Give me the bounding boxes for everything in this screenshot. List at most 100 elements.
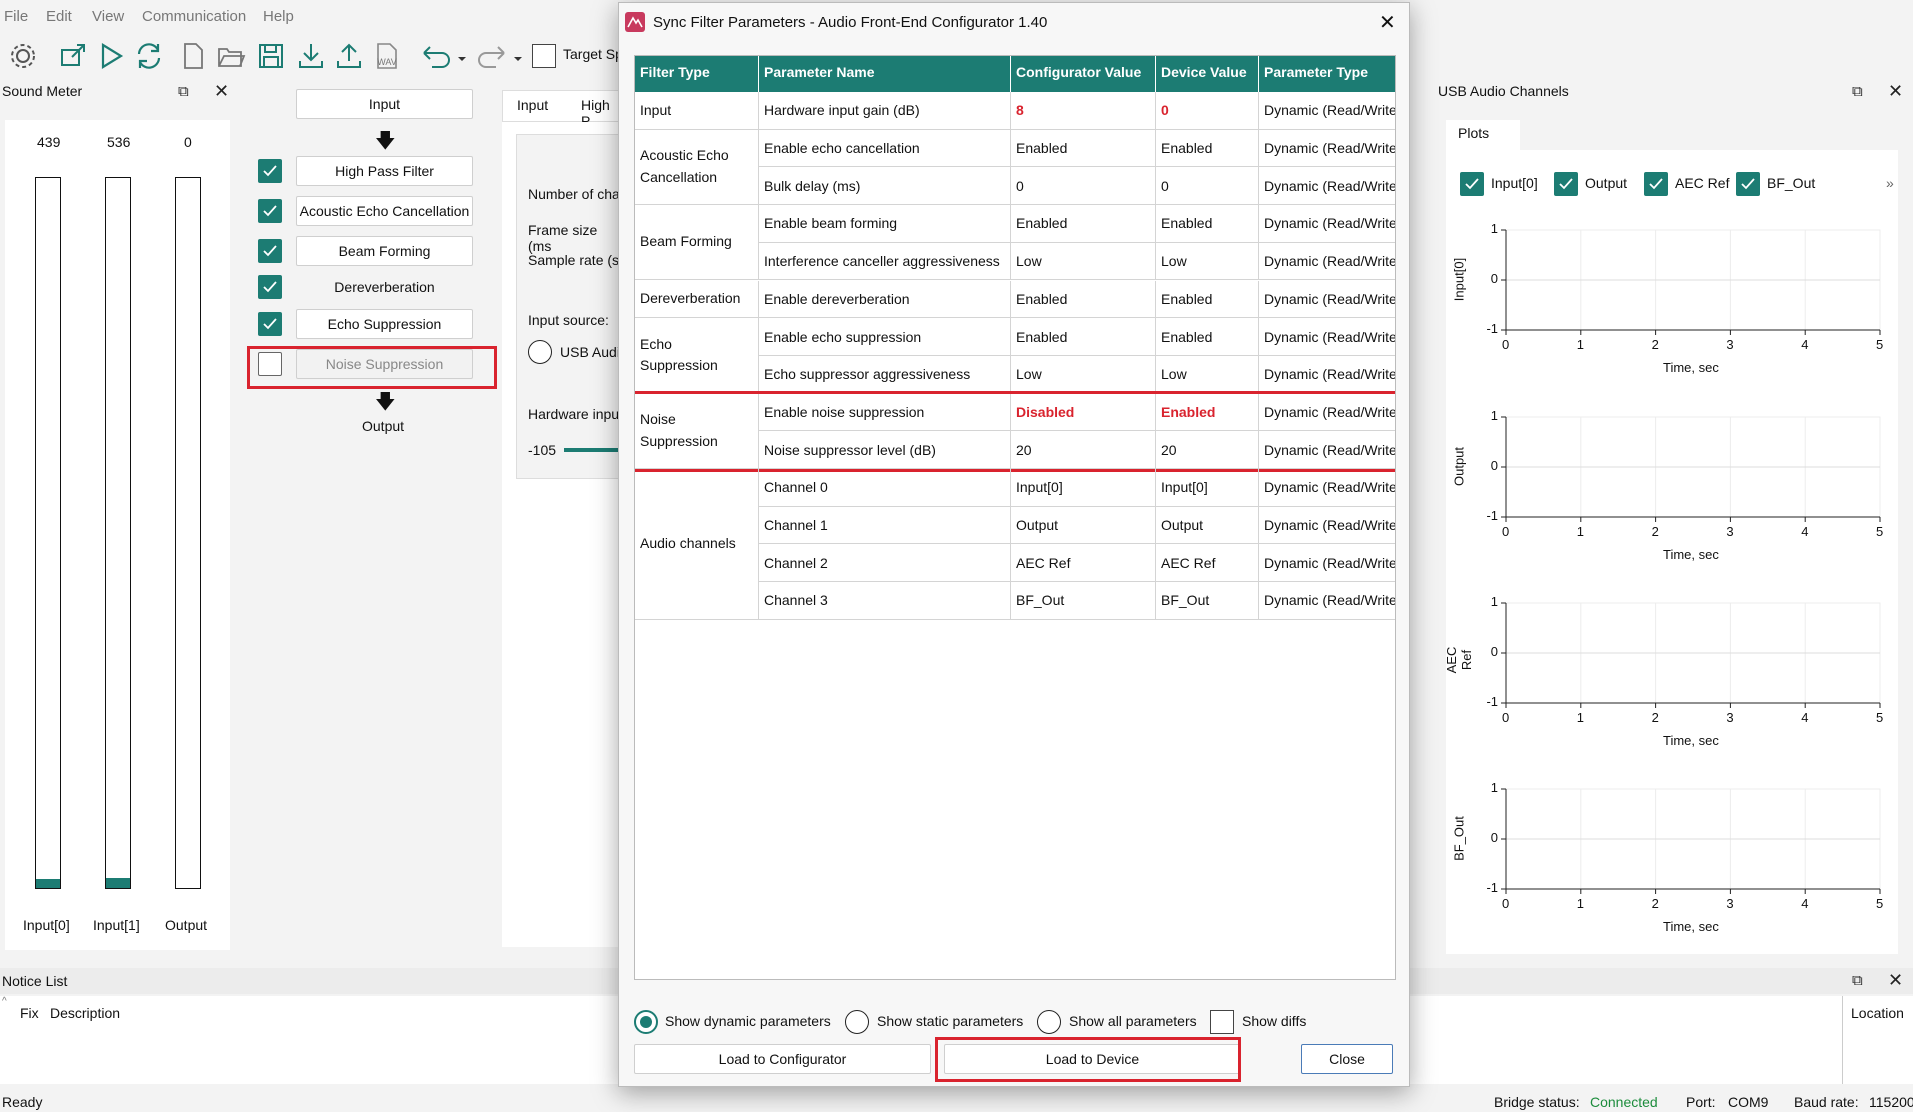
run-button[interactable]	[94, 39, 128, 73]
restore-icon[interactable]: ⧉	[1852, 972, 1863, 989]
parameter-type-cell[interactable]: Dynamic (Read/Write	[1259, 356, 1395, 394]
export-button[interactable]	[56, 39, 90, 73]
configurator-value-cell[interactable]: Low	[1011, 242, 1156, 281]
undo-button[interactable]	[416, 39, 472, 73]
parameter-name-cell[interactable]: Enable dereverberation	[759, 280, 1011, 319]
download-button[interactable]	[294, 39, 328, 73]
device-value-cell[interactable]: Low	[1156, 242, 1259, 281]
radio-static[interactable]	[845, 1010, 869, 1034]
configurator-value-cell[interactable]: Output	[1011, 506, 1156, 545]
show-diffs-checkbox[interactable]	[1210, 1010, 1234, 1034]
stage-button-echo-suppression[interactable]: Echo Suppression	[296, 309, 473, 339]
checkbox-high-pass[interactable]	[258, 159, 282, 183]
checkbox-dereverberation[interactable]	[258, 275, 282, 299]
device-value-cell[interactable]: AEC Ref	[1156, 544, 1259, 583]
parameter-name-cell[interactable]: Channel 3	[759, 582, 1011, 620]
configurator-value-cell[interactable]: Input[0]	[1011, 469, 1156, 507]
checkbox-echo-suppression[interactable]	[258, 312, 282, 336]
more-chevron-icon[interactable]: »	[1886, 175, 1894, 191]
parameter-name-cell[interactable]: Channel 1	[759, 506, 1011, 545]
usb-audio-radio[interactable]	[528, 340, 552, 364]
channel-checkbox[interactable]	[1644, 172, 1668, 196]
device-value-cell[interactable]: Low	[1156, 355, 1259, 394]
column-header[interactable]: Filter Type	[635, 56, 759, 92]
parameter-name-cell[interactable]: Enable echo suppression	[759, 318, 1011, 356]
configurator-value-cell[interactable]: Low	[1011, 355, 1156, 394]
stage-button-aec[interactable]: Acoustic Echo Cancellation	[296, 196, 473, 226]
parameter-name-cell[interactable]: Interference canceller aggressiveness	[759, 242, 1011, 281]
parameter-type-cell[interactable]: Dynamic (Read/Write	[1259, 507, 1395, 545]
device-value-cell[interactable]: Enabled	[1156, 129, 1259, 168]
configurator-value-cell[interactable]: 0	[1011, 167, 1156, 206]
checkbox-beam-forming[interactable]	[258, 239, 282, 263]
parameter-type-cell[interactable]: Dynamic (Read/Write	[1259, 167, 1395, 206]
configurator-value-cell[interactable]: Enabled	[1011, 129, 1156, 168]
target-checkbox[interactable]	[532, 44, 556, 68]
column-header[interactable]: Configurator Value	[1011, 56, 1156, 92]
parameter-name-cell[interactable]: Enable beam forming	[759, 205, 1011, 243]
tab-plots[interactable]: Plots	[1446, 120, 1520, 150]
parameter-type-cell[interactable]: Dynamic (Read/Write	[1259, 205, 1395, 243]
channel-checkbox[interactable]	[1736, 172, 1760, 196]
open-button[interactable]	[214, 39, 248, 73]
parameter-name-cell[interactable]: Channel 2	[759, 544, 1011, 583]
parameter-name-cell[interactable]: Hardware input gain (dB)	[759, 92, 1011, 130]
column-header[interactable]: Parameter Type	[1259, 56, 1395, 92]
load-to-configurator-button[interactable]: Load to Configurator	[634, 1044, 931, 1074]
tab-input[interactable]: Input	[517, 97, 548, 113]
checkbox-aec[interactable]	[258, 199, 282, 223]
close-button[interactable]: Close	[1301, 1044, 1393, 1074]
parameter-type-cell[interactable]: Dynamic (Read/Write	[1259, 544, 1395, 583]
settings-button[interactable]	[6, 39, 40, 73]
device-value-cell[interactable]: BF_Out	[1156, 582, 1259, 620]
notice-fix-header[interactable]: Fix	[20, 1005, 39, 1021]
upload-button[interactable]	[332, 39, 366, 73]
parameter-name-cell[interactable]: Channel 0	[759, 469, 1011, 507]
menu-edit[interactable]: Edit	[46, 8, 72, 25]
menu-help[interactable]: Help	[263, 8, 294, 25]
device-value-cell[interactable]: Enabled	[1156, 318, 1259, 356]
close-icon[interactable]: ✕	[1888, 81, 1903, 102]
channel-checkbox[interactable]	[1460, 172, 1484, 196]
wav-button[interactable]: WAV	[370, 39, 404, 73]
notice-description-header[interactable]: Description	[50, 1005, 120, 1021]
configurator-value-cell[interactable]: 8	[1011, 92, 1156, 130]
radio-all[interactable]	[1037, 1010, 1061, 1034]
redo-button[interactable]	[472, 39, 528, 73]
configurator-value-cell[interactable]: Enabled	[1011, 318, 1156, 356]
parameter-type-cell[interactable]: Dynamic (Read/Write	[1259, 92, 1395, 130]
menu-communication[interactable]: Communication	[142, 8, 246, 25]
close-icon[interactable]: ✕	[214, 81, 229, 102]
restore-icon[interactable]: ⧉	[178, 83, 189, 100]
configurator-value-cell[interactable]: Enabled	[1011, 205, 1156, 243]
stage-button-beam-forming[interactable]: Beam Forming	[296, 236, 473, 266]
channel-checkbox[interactable]	[1554, 172, 1578, 196]
configurator-value-cell[interactable]: AEC Ref	[1011, 544, 1156, 583]
configurator-value-cell[interactable]: Enabled	[1011, 280, 1156, 319]
parameter-name-cell[interactable]: Echo suppressor aggressiveness	[759, 355, 1011, 394]
notice-location-header[interactable]: Location	[1851, 1005, 1904, 1021]
radio-dynamic[interactable]	[634, 1010, 658, 1034]
save-button[interactable]	[254, 39, 288, 73]
parameter-name-cell[interactable]: Enable echo cancellation	[759, 129, 1011, 168]
parameter-type-cell[interactable]: Dynamic (Read/Write	[1259, 281, 1395, 319]
pipeline-input-button[interactable]: Input	[296, 89, 473, 119]
menu-file[interactable]: File	[4, 8, 28, 25]
stage-button-dereverberation[interactable]: Dereverberation	[296, 272, 473, 302]
parameter-type-cell[interactable]: Dynamic (Read/Write	[1259, 130, 1395, 168]
sync-button[interactable]	[132, 39, 166, 73]
close-icon[interactable]: ✕	[1888, 970, 1903, 991]
restore-icon[interactable]: ⧉	[1852, 83, 1863, 100]
device-value-cell[interactable]: Enabled	[1156, 280, 1259, 319]
parameter-type-cell[interactable]: Dynamic (Read/Write	[1259, 243, 1395, 281]
column-header[interactable]: Parameter Name	[759, 56, 1011, 92]
device-value-cell[interactable]: Input[0]	[1156, 469, 1259, 507]
new-file-button[interactable]	[176, 39, 210, 73]
parameter-type-cell[interactable]: Dynamic (Read/Write	[1259, 469, 1395, 507]
configurator-value-cell[interactable]: BF_Out	[1011, 582, 1156, 620]
parameter-type-cell[interactable]: Dynamic (Read/Write	[1259, 582, 1395, 620]
parameter-type-cell[interactable]: Dynamic (Read/Write	[1259, 318, 1395, 356]
device-value-cell[interactable]: 0	[1156, 92, 1259, 130]
device-value-cell[interactable]: Output	[1156, 506, 1259, 545]
device-value-cell[interactable]: 0	[1156, 167, 1259, 206]
